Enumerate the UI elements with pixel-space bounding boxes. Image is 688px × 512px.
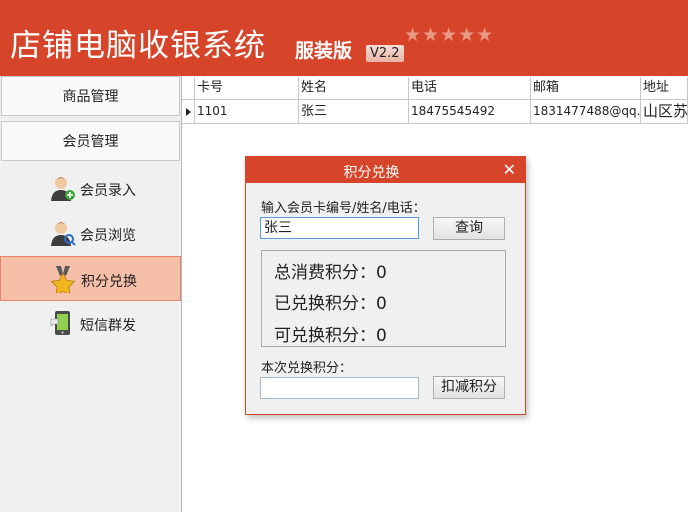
rating-stars: ★★★★★ <box>404 24 495 46</box>
dialog-titlebar[interactable]: 积分兑换 ✕ <box>246 157 525 183</box>
table-cell[interactable]: 张三 <box>299 100 409 124</box>
sidebar-item-points-exchange[interactable]: 积分兑换 <box>0 256 181 301</box>
total-points-text: 总消费积分：0 <box>274 263 387 283</box>
sidebar-item-label: 会员录入 <box>80 183 136 199</box>
redeemed-points-text: 已兑换积分：0 <box>274 294 387 314</box>
phone-sms-icon <box>50 311 70 335</box>
table-cell[interactable]: 山区苏 <box>641 100 688 124</box>
close-icon[interactable]: ✕ <box>503 160 516 179</box>
query-button[interactable]: 查询 <box>433 217 505 240</box>
column-header-name[interactable]: 姓名 <box>299 77 409 100</box>
column-header-phone[interactable]: 电话 <box>409 77 531 100</box>
table-cell[interactable]: 18475545492 <box>409 100 531 124</box>
member-search-input[interactable]: 张三 <box>260 217 419 239</box>
sidebar: 商品管理 会员管理 会员录入 会员浏览 积分兑换 短信群发 <box>0 76 182 512</box>
star-medal-icon <box>50 266 76 293</box>
version-badge: V2.2 <box>366 45 404 62</box>
dialog-title: 积分兑换 <box>343 165 400 181</box>
edition-label: 服装版 <box>295 40 353 62</box>
table-cell[interactable]: 1831477488@qq.c <box>531 100 641 124</box>
column-header-email[interactable]: 邮箱 <box>531 77 641 100</box>
sidebar-item-label: 积分兑换 <box>81 274 137 290</box>
sidebar-item-label: 短信群发 <box>80 318 136 334</box>
deduct-points-button[interactable]: 扣减积分 <box>433 376 505 399</box>
points-summary-box: 总消费积分：0 已兑换积分：0 可兑换积分：0 <box>261 250 506 347</box>
member-add-icon <box>51 177 75 201</box>
member-table: 卡号 姓名 电话 邮箱 地址 1101 张三 18475545492 18314… <box>182 77 688 125</box>
column-header-address[interactable]: 地址 <box>641 77 688 100</box>
app-title: 店铺电脑收银系统 <box>10 28 266 64</box>
sidebar-item-member-add[interactable]: 会员录入 <box>0 166 181 211</box>
nav-member-management[interactable]: 会员管理 <box>1 121 180 161</box>
sidebar-item-label: 会员浏览 <box>80 228 136 244</box>
points-exchange-dialog: 积分兑换 ✕ 输入会员卡编号/姓名/电话： 张三 查询 总消费积分：0 已兑换积… <box>245 156 526 415</box>
table-corner <box>182 77 195 100</box>
sidebar-item-member-browse[interactable]: 会员浏览 <box>0 211 181 256</box>
nav-goods-management[interactable]: 商品管理 <box>1 76 180 116</box>
member-browse-icon <box>51 222 76 246</box>
available-points-text: 可兑换积分：0 <box>274 326 387 346</box>
search-label: 输入会员卡编号/姓名/电话： <box>261 201 426 216</box>
app-header: 店铺电脑收银系统 服装版 V2.2 ★★★★★ <box>0 0 688 76</box>
sidebar-item-sms-broadcast[interactable]: 短信群发 <box>0 301 181 346</box>
table-cell[interactable]: 1101 <box>195 100 299 124</box>
row-selector[interactable] <box>182 100 195 124</box>
redeem-points-input[interactable] <box>260 377 419 399</box>
redeem-points-label: 本次兑换积分： <box>261 361 353 376</box>
column-header-card-no[interactable]: 卡号 <box>195 77 299 100</box>
